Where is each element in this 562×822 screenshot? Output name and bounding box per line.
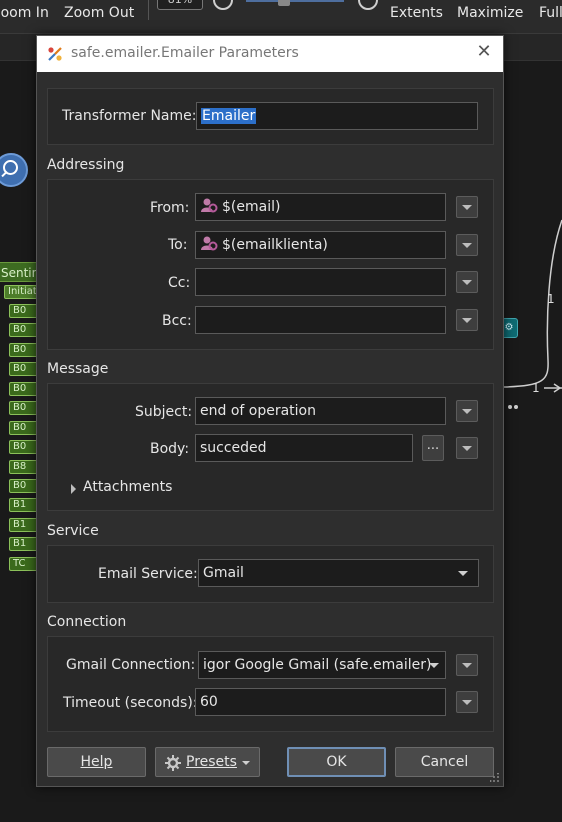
presets-button-label: Presets xyxy=(186,754,237,770)
chevron-down-icon xyxy=(458,571,468,576)
to-label: To: xyxy=(168,237,188,253)
bcc-label: Bcc: xyxy=(162,313,192,329)
gmail-connection-dropdown-button[interactable] xyxy=(456,654,478,676)
cc-dropdown-button[interactable] xyxy=(456,271,478,293)
help-button[interactable]: Help xyxy=(47,747,146,777)
from-label: From: xyxy=(150,200,190,216)
attachments-label[interactable]: Attachments xyxy=(83,479,172,495)
node-port[interactable]: B0 xyxy=(9,382,39,396)
node-port[interactable]: B1 xyxy=(9,498,39,512)
zoom-in-button[interactable]: Zoom In xyxy=(0,5,49,21)
node-port[interactable]: B0 xyxy=(9,304,39,318)
gear-icon xyxy=(165,755,181,771)
attachments-expand-icon[interactable] xyxy=(69,484,79,494)
service-section-title: Service xyxy=(47,523,99,539)
node-port[interactable]: B0 xyxy=(9,323,39,337)
node-port[interactable]: B1 xyxy=(9,537,39,551)
email-service-label: Email Service: xyxy=(98,566,198,582)
close-icon[interactable]: ✕ xyxy=(475,43,493,61)
zoom-level-field[interactable]: 81% xyxy=(157,0,203,10)
connection-count-label: 1 xyxy=(547,292,555,306)
full-button[interactable]: Full xyxy=(539,5,562,21)
timeout-dropdown-button[interactable] xyxy=(456,691,478,713)
to-value: $(emailklienta) xyxy=(222,237,328,253)
addressing-section-title: Addressing xyxy=(47,157,125,173)
node-port[interactable]: Initiator xyxy=(4,285,38,299)
chevron-down-icon xyxy=(429,663,439,668)
help-button-label: Help xyxy=(80,754,113,770)
cc-label: Cc: xyxy=(168,275,191,291)
main-toolbar: Zoom In Zoom Out 81% Extents Maximize Fu… xyxy=(0,0,562,34)
connection-count-label: 1 xyxy=(532,381,540,395)
zoom-minus-icon[interactable] xyxy=(213,0,233,10)
ok-button[interactable]: OK xyxy=(287,747,386,777)
to-field[interactable]: $(emailklienta) xyxy=(195,231,446,259)
transformer-name-input[interactable]: Emailer xyxy=(196,102,478,130)
zoom-slider-thumb[interactable] xyxy=(278,0,290,6)
body-label: Body: xyxy=(150,441,190,457)
zoom-out-button[interactable]: Zoom Out xyxy=(64,5,134,21)
subject-dropdown-button[interactable] xyxy=(456,400,478,422)
from-dropdown-button[interactable] xyxy=(456,196,478,218)
zoom-slider[interactable] xyxy=(246,0,344,2)
connection-section-title: Connection xyxy=(47,614,127,630)
cancel-button[interactable]: Cancel xyxy=(395,747,494,777)
node-port[interactable]: B8 xyxy=(9,460,39,474)
from-value: $(email) xyxy=(222,199,281,215)
to-dropdown-button[interactable] xyxy=(456,234,478,256)
timeout-label: Timeout (seconds): xyxy=(63,695,198,711)
user-attribute-icon xyxy=(201,198,218,213)
node-port[interactable]: B0 xyxy=(9,401,39,415)
timeout-field[interactable]: 60 xyxy=(195,688,446,716)
transformer-name-value: Emailer xyxy=(201,108,257,124)
toolbar-divider xyxy=(148,0,149,20)
dialog-title: safe.emailer.Emailer Parameters xyxy=(71,45,299,61)
email-service-value: Gmail xyxy=(203,565,244,581)
node-port[interactable]: B0 xyxy=(9,479,39,493)
node-port[interactable]: B0 xyxy=(9,343,39,357)
subject-label: Subject: xyxy=(135,404,193,420)
body-field[interactable]: succeded xyxy=(195,434,413,462)
email-service-select[interactable]: Gmail xyxy=(198,559,479,587)
from-field[interactable]: $(email) xyxy=(195,193,446,221)
emailer-parameters-dialog: safe.emailer.Emailer Parameters ✕ Transf… xyxy=(36,35,504,787)
chevron-down-icon xyxy=(242,761,250,765)
bcc-dropdown-button[interactable] xyxy=(456,309,478,331)
subject-field[interactable]: end of operation xyxy=(195,397,446,425)
sentinel-node-title[interactable]: Sentinel xyxy=(0,262,38,282)
node-port[interactable]: TC xyxy=(9,557,39,571)
user-attribute-icon xyxy=(201,236,218,251)
message-section-title: Message xyxy=(47,361,109,377)
bcc-field[interactable] xyxy=(195,306,446,334)
presets-button[interactable]: Presets xyxy=(155,747,260,777)
node-port[interactable]: B0 xyxy=(9,362,39,376)
transformer-name-label: Transformer Name: xyxy=(62,108,197,124)
node-port[interactable]: B1 xyxy=(9,518,39,532)
extents-button[interactable]: Extents xyxy=(390,5,443,21)
body-editor-button[interactable]: ... xyxy=(422,435,444,461)
gmail-connection-label: Gmail Connection: xyxy=(66,657,196,673)
node-port[interactable]: B0 xyxy=(9,421,39,435)
cc-field[interactable] xyxy=(195,268,446,296)
node-port[interactable]: B0 xyxy=(9,440,39,454)
gmail-connection-select[interactable]: igor Google Gmail (safe.emailer) xyxy=(198,651,446,679)
transformer-icon xyxy=(48,47,62,61)
dialog-titlebar[interactable]: safe.emailer.Emailer Parameters ✕ xyxy=(37,36,503,72)
body-dropdown-button[interactable] xyxy=(456,437,478,459)
zoom-plus-icon[interactable] xyxy=(358,0,378,10)
maximize-button[interactable]: Maximize xyxy=(457,5,523,21)
resize-grip-icon[interactable] xyxy=(490,773,500,783)
gmail-connection-value: igor Google Gmail (safe.emailer) xyxy=(203,657,432,673)
